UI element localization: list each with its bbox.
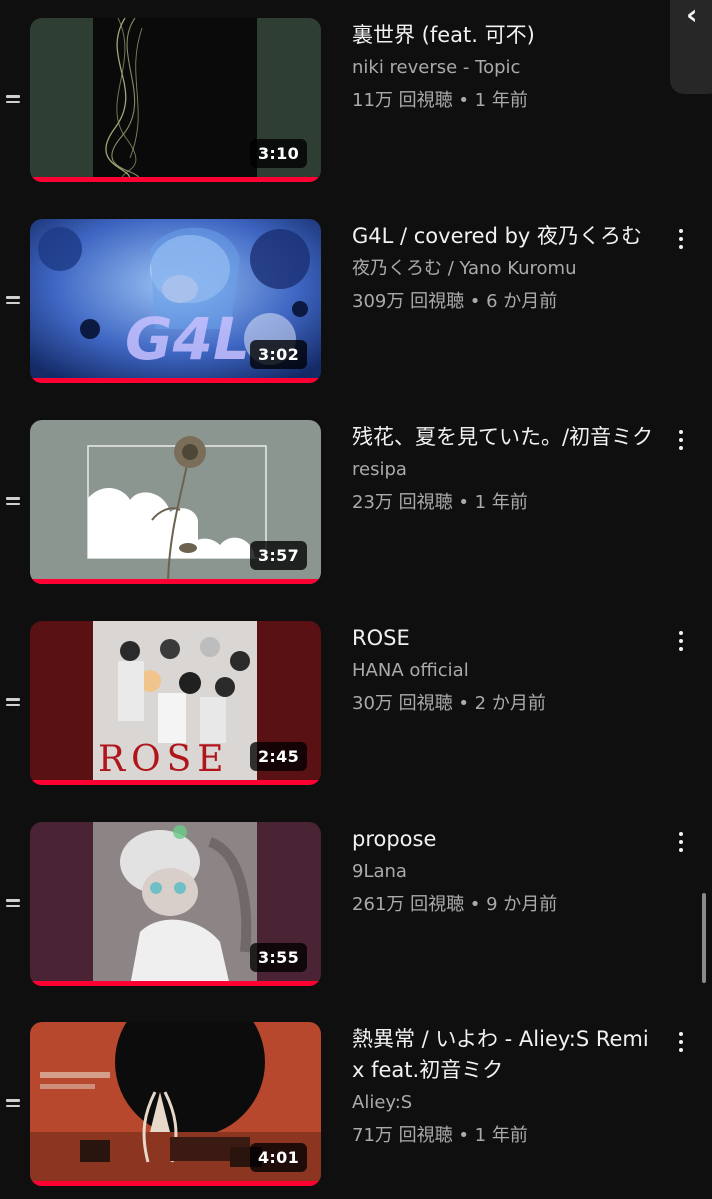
more-options-icon[interactable]	[672, 229, 690, 255]
video-info[interactable]: 裏世界 (feat. 可不) niki reverse - Topic 11万 …	[352, 20, 657, 117]
drag-handle-icon[interactable]	[6, 1099, 22, 1109]
video-info[interactable]: ROSE HANA official 30万 回視聴 • 2 か月前	[352, 623, 657, 720]
channel-name: Aliey:S	[352, 1092, 413, 1113]
video-title[interactable]: 残花、夏を見ていた。/初音ミク	[352, 422, 657, 453]
watch-progress-bar	[30, 177, 321, 182]
channel-name: HANA official	[352, 660, 469, 681]
duration-badge: 3:10	[250, 139, 307, 168]
video-title[interactable]: ROSE	[352, 623, 657, 654]
duration-badge: 4:01	[250, 1143, 307, 1172]
drag-handle-icon[interactable]	[6, 899, 22, 909]
video-thumbnail[interactable]: 3:57	[30, 420, 321, 584]
video-title[interactable]: 熱異常 / いよわ - Aliey:S Remix feat.初音ミク	[352, 1024, 657, 1086]
video-info[interactable]: 残花、夏を見ていた。/初音ミク resipa 23万 回視聴 • 1 年前	[352, 422, 657, 519]
watch-progress-bar	[30, 579, 321, 584]
video-meta: 71万 回視聴 • 1 年前	[352, 1125, 528, 1146]
duration-badge: 2:45	[250, 742, 307, 771]
playlist-item[interactable]: ROSE 2:45 ROSE HANA official 30万 回視聴 • 2…	[0, 621, 712, 791]
video-meta: 309万 回視聴 • 6 か月前	[352, 291, 558, 312]
channel-name: 夜乃くろむ / Yano Kuromu	[352, 258, 577, 279]
more-options-icon[interactable]	[672, 631, 690, 657]
video-thumbnail[interactable]: ROSE 2:45	[30, 621, 321, 785]
more-options-icon[interactable]	[672, 1032, 690, 1058]
video-meta: 30万 回視聴 • 2 か月前	[352, 693, 546, 714]
drag-handle-icon[interactable]	[6, 698, 22, 708]
more-options-icon[interactable]	[672, 430, 690, 456]
video-title[interactable]: 裏世界 (feat. 可不)	[352, 20, 657, 51]
watch-progress-bar	[30, 981, 321, 986]
video-info[interactable]: propose 9Lana 261万 回視聴 • 9 か月前	[352, 824, 657, 921]
playlist-page: ‹ 3:10 裏世界 (feat. 可不) niki reverse - Top…	[0, 0, 712, 1199]
playlist-item[interactable]: 4:01 熱異常 / いよわ - Aliey:S Remix feat.初音ミク…	[0, 1022, 712, 1192]
duration-badge: 3:55	[250, 943, 307, 972]
duration-badge: 3:02	[250, 340, 307, 369]
playlist-item[interactable]: 3:10 裏世界 (feat. 可不) niki reverse - Topic…	[0, 18, 712, 188]
video-thumbnail[interactable]: 3:55	[30, 822, 321, 986]
watch-progress-bar	[30, 378, 321, 383]
playlist-item[interactable]: G4L 3:02 G4L / covered by 夜乃くろむ 夜乃くろむ / …	[0, 219, 712, 389]
channel-name: 9Lana	[352, 861, 407, 882]
watch-progress-bar	[30, 780, 321, 785]
drag-handle-icon[interactable]	[6, 497, 22, 507]
video-meta: 23万 回視聴 • 1 年前	[352, 492, 528, 513]
video-title[interactable]: propose	[352, 824, 657, 855]
svg-text:G4L: G4L	[125, 305, 250, 373]
video-meta: 11万 回視聴 • 1 年前	[352, 90, 528, 111]
video-thumbnail[interactable]: G4L 3:02	[30, 219, 321, 383]
video-meta: 261万 回視聴 • 9 か月前	[352, 894, 558, 915]
duration-badge: 3:57	[250, 541, 307, 570]
drag-handle-icon[interactable]	[6, 95, 22, 105]
channel-name: niki reverse - Topic	[352, 57, 521, 78]
playlist-item[interactable]: 3:57 残花、夏を見ていた。/初音ミク resipa 23万 回視聴 • 1 …	[0, 420, 712, 590]
scrollbar[interactable]	[702, 893, 706, 983]
video-info[interactable]: G4L / covered by 夜乃くろむ 夜乃くろむ / Yano Kuro…	[352, 221, 657, 318]
channel-name: resipa	[352, 459, 407, 480]
svg-text:ROSE: ROSE	[98, 739, 230, 780]
video-thumbnail[interactable]: 3:10	[30, 18, 321, 182]
video-title[interactable]: G4L / covered by 夜乃くろむ	[352, 221, 657, 252]
more-options-icon[interactable]	[672, 832, 690, 858]
playlist-item[interactable]: 3:55 propose 9Lana 261万 回視聴 • 9 か月前	[0, 822, 712, 992]
video-info[interactable]: 熱異常 / いよわ - Aliey:S Remix feat.初音ミク Alie…	[352, 1024, 657, 1152]
video-thumbnail[interactable]: 4:01	[30, 1022, 321, 1186]
drag-handle-icon[interactable]	[6, 296, 22, 306]
watch-progress-bar	[30, 1181, 321, 1186]
